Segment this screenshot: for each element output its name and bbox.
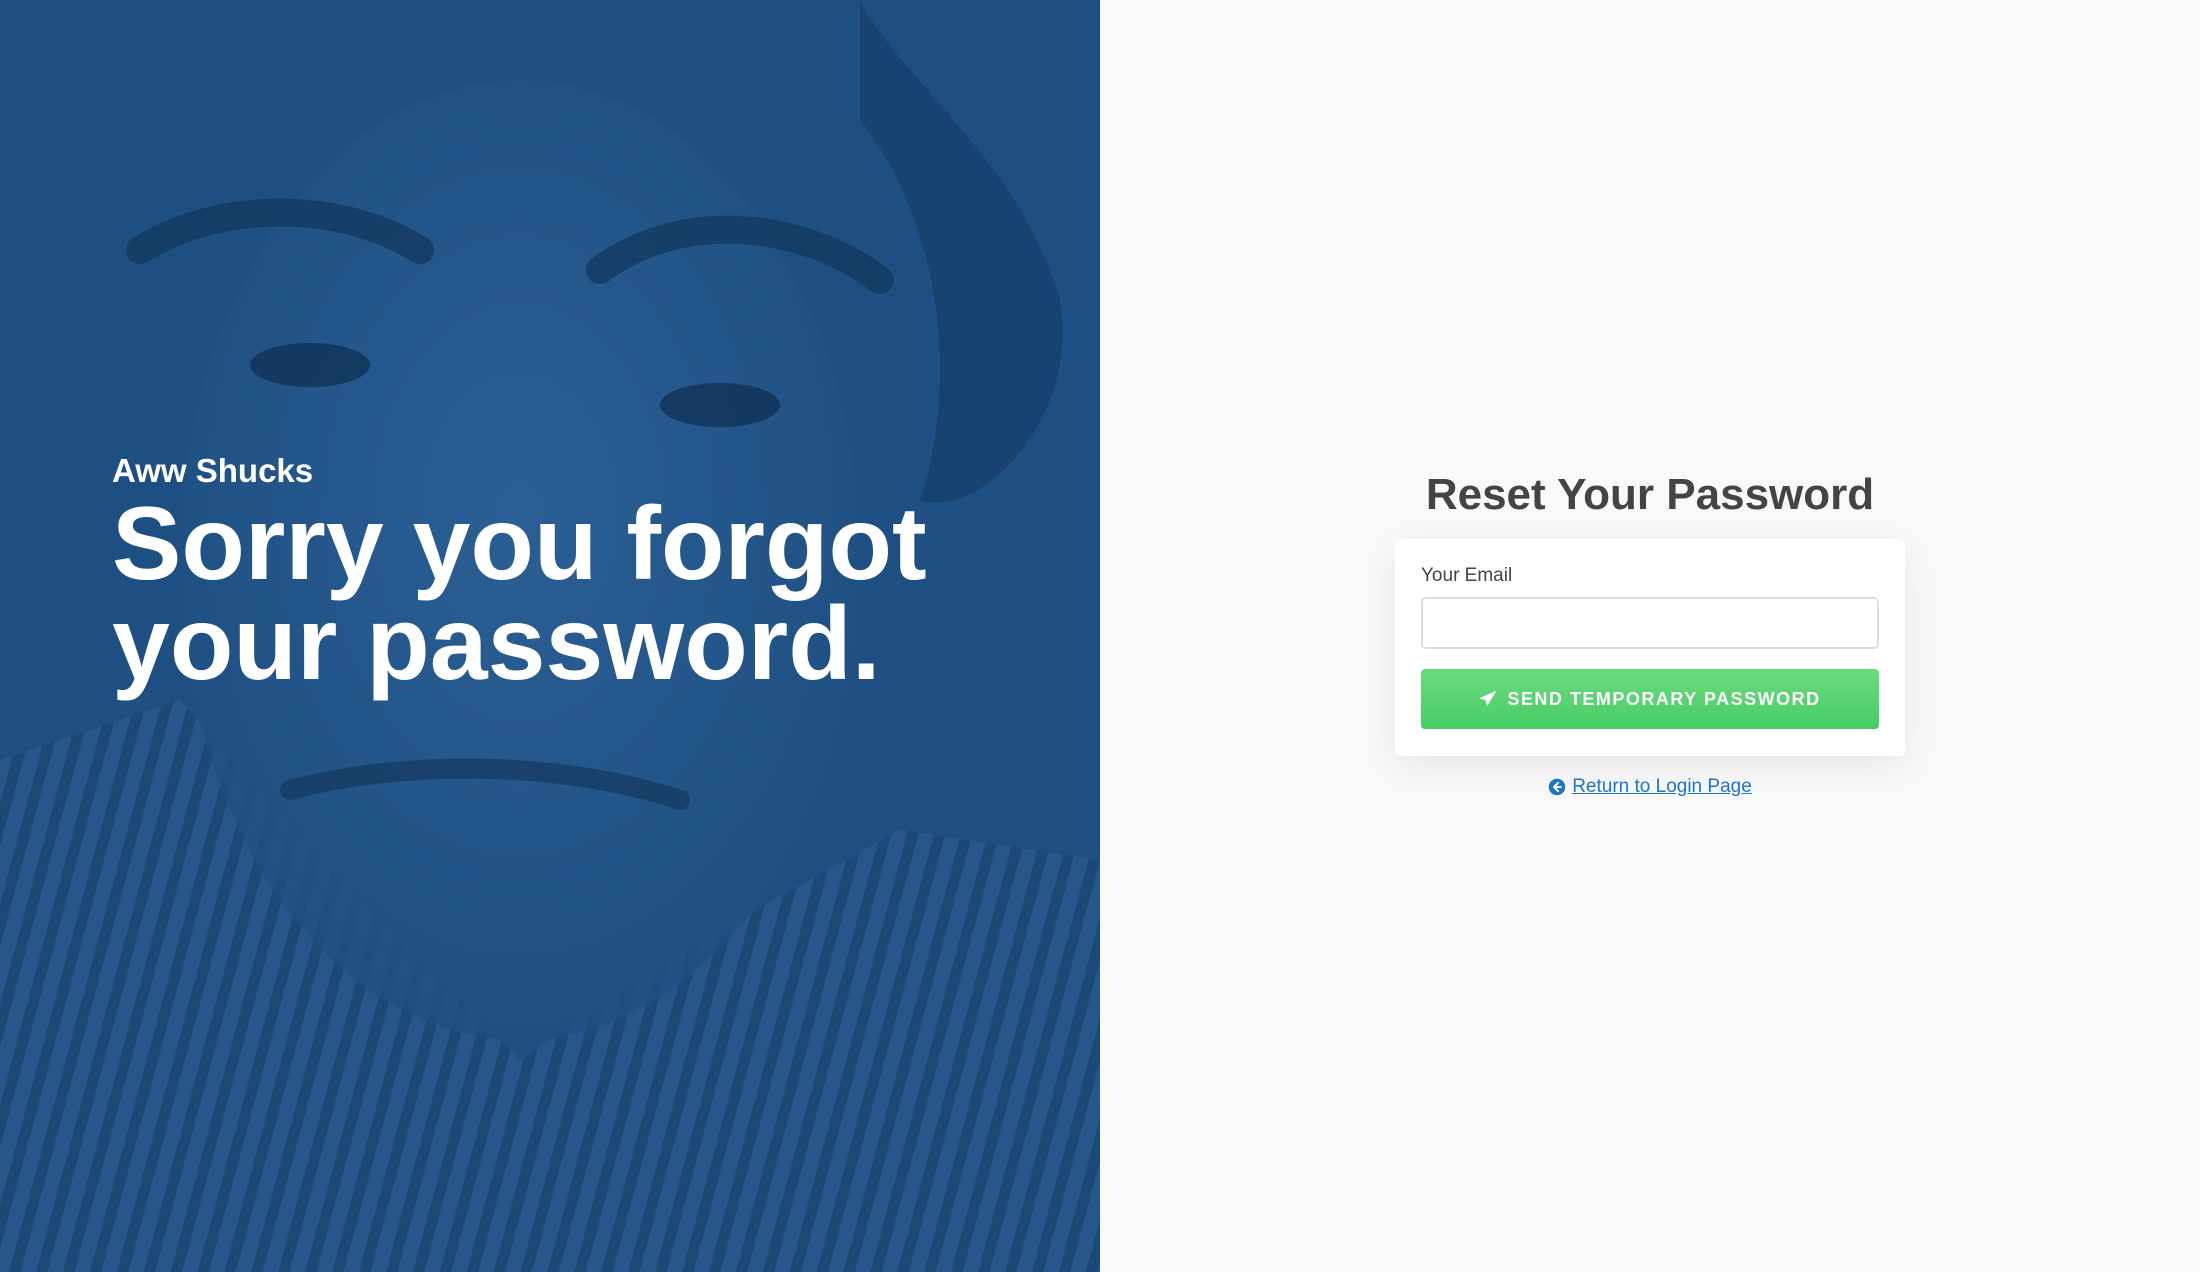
hero-eyebrow: Aww Shucks — [112, 452, 314, 489]
return-link-label: Return to Login Page — [1572, 776, 1752, 797]
arrow-circle-left-icon — [1548, 778, 1566, 796]
send-temporary-password-button[interactable]: SEND TEMPORARY PASSWORD — [1421, 669, 1879, 729]
send-button-label: SEND TEMPORARY PASSWORD — [1507, 688, 1821, 709]
page-title: Reset Your Password — [1425, 470, 1875, 519]
hero-title: Sorry you forgot your password. — [112, 486, 927, 702]
email-label: Your Email — [1421, 565, 1513, 586]
reset-password-card: Your Email SEND TEMPORARY PASSWORD — [1395, 539, 1905, 756]
paper-plane-icon — [1480, 691, 1497, 707]
hero-text-block: Aww Shucks Sorry you forgot your passwor… — [112, 452, 1012, 702]
form-panel: Reset Your Password Your Email SEND TEMP… — [1100, 0, 2200, 1272]
email-field[interactable] — [1421, 597, 1879, 649]
hero-panel: Aww Shucks Sorry you forgot your passwor… — [0, 0, 1100, 1272]
return-to-login-link[interactable]: Return to Login Page — [1100, 776, 2200, 798]
page: Aww Shucks Sorry you forgot your passwor… — [0, 0, 2200, 1272]
